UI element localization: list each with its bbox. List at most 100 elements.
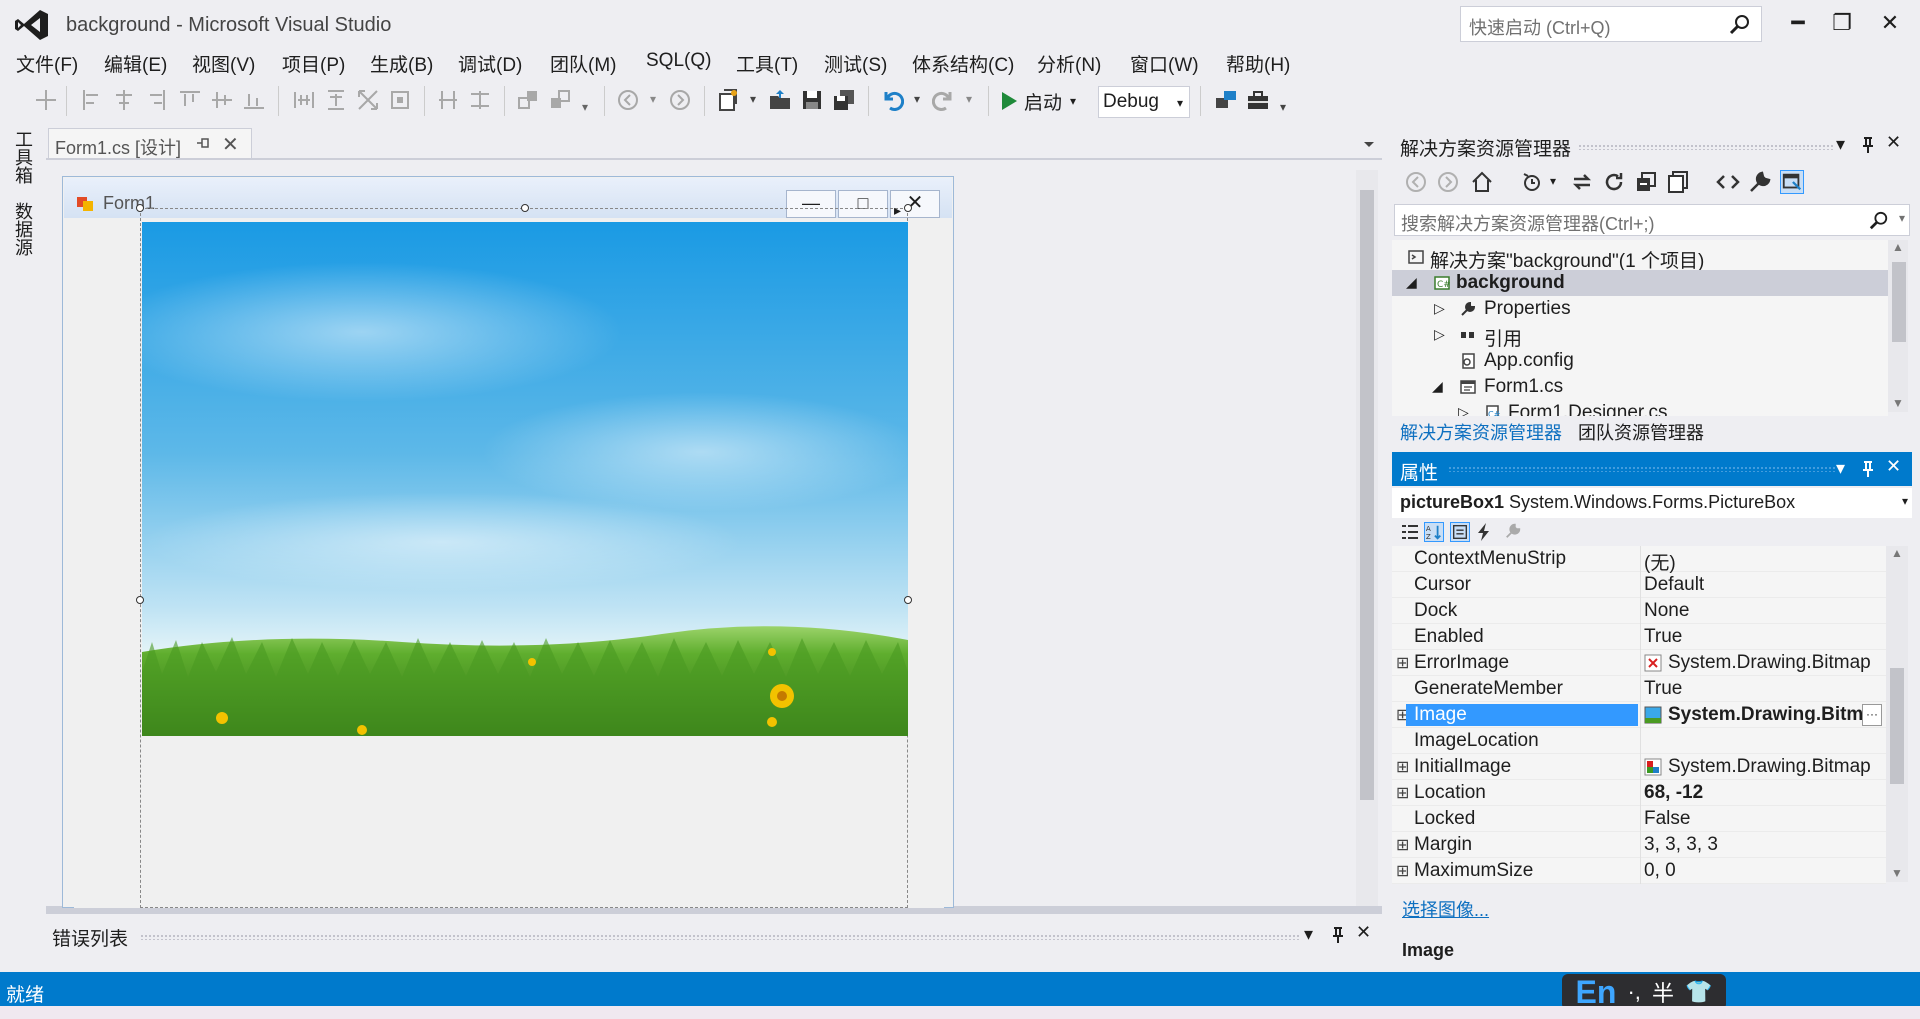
align-right-icon[interactable] <box>144 88 168 112</box>
align-to-grid-icon[interactable] <box>34 88 58 112</box>
close-window-button[interactable]: ✕ <box>1862 4 1918 42</box>
toolbox-tab[interactable]: 工具箱 <box>10 130 36 184</box>
alphabetical-icon[interactable]: AZ <box>1424 522 1444 542</box>
save-icon[interactable] <box>800 88 824 112</box>
property-row-margin[interactable]: ⊞ Margin 3, 3, 3, 3 <box>1392 832 1886 858</box>
chevron-down-icon[interactable]: ▾ <box>1836 458 1845 479</box>
align-center-icon[interactable] <box>112 88 136 112</box>
solution-configuration-select[interactable]: Debug ▾ <box>1098 86 1190 118</box>
tree-item-properties[interactable]: ▷ Properties <box>1392 296 1888 322</box>
properties-object-selector[interactable]: pictureBox1 System.Windows.Forms.Picture… <box>1392 488 1912 518</box>
property-row-errorimage[interactable]: ⊞ ErrorImage System.Drawing.Bitmap <box>1392 650 1886 676</box>
dropdown-arrow-icon[interactable]: ▾ <box>1550 174 1556 188</box>
back-icon[interactable] <box>1404 170 1428 194</box>
data-sources-tab[interactable]: 数据源 <box>10 202 36 256</box>
tree-item-project[interactable]: ◢ C# background <box>1392 270 1888 296</box>
send-back-icon[interactable] <box>548 88 572 112</box>
menu-tools[interactable]: 工具(T) <box>736 50 798 77</box>
events-lightning-icon[interactable] <box>1474 522 1494 542</box>
menu-project[interactable]: 项目(P) <box>282 50 345 77</box>
menu-file[interactable]: 文件(F) <box>16 50 78 77</box>
undo-icon[interactable] <box>880 88 904 112</box>
close-icon[interactable]: ✕ <box>1356 922 1371 943</box>
menu-team[interactable]: 团队(M) <box>550 50 616 77</box>
collapse-arrow-icon[interactable]: ◢ <box>1432 378 1443 395</box>
menu-test[interactable]: 测试(S) <box>824 50 887 77</box>
bring-front-icon[interactable] <box>516 88 540 112</box>
ime-width-mode[interactable]: 半 <box>1652 976 1674 1008</box>
resize-handle[interactable] <box>136 204 144 212</box>
ime-punctuation[interactable]: ·, <box>1627 979 1640 1005</box>
pin-icon[interactable] <box>1860 460 1876 478</box>
property-row-imagelocation[interactable]: ImageLocation <box>1392 728 1886 754</box>
property-value[interactable]: 0, 0 <box>1644 860 1676 882</box>
scroll-down-icon[interactable]: ▼ <box>1891 866 1903 880</box>
menu-sql[interactable]: SQL(Q) <box>646 50 711 72</box>
close-icon[interactable]: ✕ <box>1886 132 1901 153</box>
property-value[interactable]: (无) <box>1644 548 1676 575</box>
expand-plus-icon[interactable]: ⊞ <box>1396 835 1409 855</box>
tab-team-explorer[interactable]: 团队资源管理器 <box>1578 419 1704 445</box>
property-row-generatemember[interactable]: GenerateMember True <box>1392 676 1886 702</box>
property-value[interactable]: System.Drawing.Bitmap <box>1668 756 1871 778</box>
scroll-up-icon[interactable]: ▲ <box>1891 546 1903 560</box>
scroll-down-icon[interactable]: ▼ <box>1892 396 1904 410</box>
menu-debug[interactable]: 调试(D) <box>458 50 522 77</box>
expand-arrow-icon[interactable]: ▷ <box>1458 404 1469 416</box>
dropdown-arrow-icon[interactable]: ▾ <box>582 100 588 114</box>
property-value[interactable]: 3, 3, 3, 3 <box>1644 834 1718 856</box>
property-row-dock[interactable]: Dock None <box>1392 598 1886 624</box>
expand-plus-icon[interactable]: ⊞ <box>1396 783 1409 803</box>
property-row-enabled[interactable]: Enabled True <box>1392 624 1886 650</box>
tree-item-form1[interactable]: ◢ Form1.cs <box>1392 374 1888 400</box>
pin-icon[interactable] <box>195 135 211 151</box>
property-row-image[interactable]: ⊞ Image System.Drawing.Bitm ··· <box>1392 702 1886 728</box>
vspace-icon[interactable] <box>468 88 492 112</box>
property-row-contextmenustrip[interactable]: ContextMenuStrip (无) <box>1392 546 1886 575</box>
property-row-cursor[interactable]: Cursor Default <box>1392 572 1886 598</box>
property-value[interactable]: System.Drawing.Bitmap <box>1668 652 1871 674</box>
size-to-grid-icon[interactable] <box>388 88 412 112</box>
designer-scroll-thumb[interactable] <box>1360 190 1374 800</box>
navigate-back-icon[interactable] <box>616 88 640 112</box>
property-value[interactable]: None <box>1644 600 1689 622</box>
property-value[interactable]: System.Drawing.Bitm <box>1668 704 1863 726</box>
resize-handle[interactable] <box>904 204 912 212</box>
same-width-icon[interactable] <box>292 88 316 112</box>
property-value[interactable]: Default <box>1644 574 1704 596</box>
forward-icon[interactable] <box>1436 170 1460 194</box>
dropdown-arrow-icon[interactable]: ▾ <box>650 92 656 106</box>
expand-plus-icon[interactable]: ⊞ <box>1396 757 1409 777</box>
smart-tag-icon[interactable]: ▸ <box>894 202 901 219</box>
tree-item-references[interactable]: ▷ 引用 <box>1392 322 1888 350</box>
expand-plus-icon[interactable]: ⊞ <box>1396 861 1409 881</box>
toolbox-icon[interactable] <box>1246 88 1270 112</box>
expand-plus-icon[interactable]: ⊞ <box>1396 653 1409 673</box>
start-debugging-button[interactable]: 启动 ▾ <box>1000 86 1076 116</box>
same-height-icon[interactable] <box>324 88 348 112</box>
menu-help[interactable]: 帮助(H) <box>1226 50 1290 77</box>
close-tab-icon[interactable]: ✕ <box>222 132 239 157</box>
dropdown-arrow-icon[interactable]: ▾ <box>750 92 756 106</box>
attach-icon[interactable] <box>1214 88 1238 112</box>
quick-launch-input[interactable]: 快速启动 (Ctrl+Q) <box>1460 6 1762 42</box>
chevron-down-icon[interactable] <box>1362 136 1376 150</box>
tree-item-form1-designer[interactable]: ▷ C# Form1.Designer.cs <box>1392 400 1888 416</box>
chevron-down-icon[interactable]: ▾ <box>1304 924 1313 945</box>
property-row-locked[interactable]: Locked False <box>1392 806 1886 832</box>
align-bottom-icon[interactable] <box>242 88 266 112</box>
menu-view[interactable]: 视图(V) <box>192 50 255 77</box>
resize-handle[interactable] <box>136 596 144 604</box>
menu-build[interactable]: 生成(B) <box>370 50 433 77</box>
pending-changes-icon[interactable] <box>1520 170 1544 194</box>
navigate-forward-icon[interactable] <box>668 88 692 112</box>
properties-wrench-icon[interactable] <box>1748 170 1772 194</box>
redo-icon[interactable] <box>932 88 956 112</box>
resize-handle[interactable] <box>521 204 529 212</box>
property-value[interactable]: True <box>1644 678 1682 700</box>
property-row-location[interactable]: ⊞ Location 68, -12 <box>1392 780 1886 806</box>
ime-toolbar[interactable]: En ·, 半 👕 <box>1562 974 1726 1010</box>
property-value[interactable]: True <box>1644 626 1682 648</box>
solution-explorer-search-input[interactable]: 搜索解决方案资源管理器(Ctrl+;) ▾ <box>1394 204 1910 236</box>
property-value[interactable]: False <box>1644 808 1690 830</box>
